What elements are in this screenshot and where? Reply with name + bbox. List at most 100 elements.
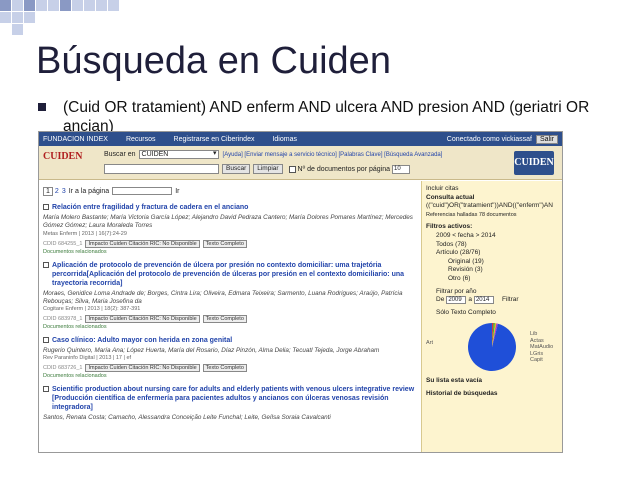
year-from-input[interactable]: 2009 — [446, 296, 467, 305]
clear-button[interactable]: Limpiar — [253, 164, 283, 174]
result-authors: Rugerio Quintero, María Ana; López Huert… — [43, 347, 380, 355]
result-tag[interactable]: Impacto Cuiden Citación RIC: No Disponib… — [85, 364, 200, 373]
docs-per-page-select[interactable]: 10 — [392, 164, 410, 174]
include-quotes-link[interactable]: Incluir citas — [426, 185, 560, 194]
page-current: 1 — [43, 186, 53, 196]
active-filters-label: Filtros activos: — [426, 223, 473, 231]
docs-per-page-checkbox[interactable] — [288, 165, 296, 173]
nav-fundacion-index[interactable]: FUNDACION INDEX — [43, 136, 108, 143]
result-source: Metas Enferm | 2013 | 16(7):24-29 — [43, 230, 127, 237]
decorative-square — [0, 12, 11, 23]
search-button[interactable]: Buscar — [222, 164, 251, 174]
result-title[interactable]: Caso clínico: Adulto mayor con herida en… — [43, 336, 417, 345]
decorative-square — [12, 24, 23, 35]
filter-item[interactable]: Artículo (28/76) — [426, 249, 560, 258]
filter-sidebar: Incluir citas Consulta actual (("cuid")O… — [421, 181, 562, 452]
result-item: Aplicación de protocolo de prevención de… — [43, 261, 417, 330]
decorative-squares — [0, 0, 160, 40]
empty-list-text: Su lista esta vacía — [426, 377, 483, 385]
refs-found: Referencias halladas 78 documentos — [426, 211, 517, 218]
result-checkbox[interactable] — [43, 386, 49, 393]
search-input[interactable] — [104, 164, 219, 174]
results-panel: 1 2 3 Ir a la página Ir Relación entre f… — [39, 181, 417, 452]
result-item: Relación entre fragilidad y fractura de … — [43, 203, 417, 255]
doc-type-pie-chart: Art Lib Actas MatAudio LGris Capit — [426, 321, 560, 373]
decorative-square — [12, 12, 23, 23]
search-history-link[interactable]: Historial de búsquedas — [426, 390, 560, 399]
decorative-square — [96, 0, 107, 11]
nav-recursos[interactable]: Recursos — [126, 136, 156, 143]
result-cuid-id: CDID 684255_1 — [43, 240, 83, 247]
result-source: Rev Paraninfo Digital | 2013 | 17 | ef — [43, 355, 132, 362]
result-meta: CDID 683978_1 Impacto Cuiden Citación RIC… — [43, 315, 417, 324]
result-title-text[interactable]: Aplicación de protocolo de prevención de… — [52, 261, 417, 288]
decorative-square — [60, 0, 71, 11]
result-title[interactable]: Relación entre fragilidad y fractura de … — [43, 203, 417, 212]
related-docs-link[interactable]: Documentos relacionados — [43, 373, 417, 379]
related-docs-link[interactable]: Documentos relacionados — [43, 324, 417, 330]
result-title[interactable]: Aplicación de protocolo de prevención de… — [43, 261, 417, 288]
database-select[interactable]: CUIDEN — [138, 150, 219, 159]
page-link[interactable]: 2 — [55, 188, 59, 195]
result-title-text[interactable]: Caso clínico: Adulto mayor con herida en… — [52, 336, 232, 345]
result-tag[interactable]: Impacto Cuiden Citación RIC: No Disponib… — [85, 239, 200, 248]
result-source: Cogitare Enferm | 2013 | 18(2): 387-391 — [43, 306, 141, 313]
result-authors: María Molero Bastante; María Victoria Ga… — [43, 214, 413, 230]
result-item: Caso clínico: Adulto mayor con herida en… — [43, 336, 417, 379]
logout-button[interactable]: Salir — [535, 134, 558, 144]
related-docs-link[interactable]: Documentos relacionados — [43, 249, 417, 255]
search-in-label: Buscar en — [104, 151, 136, 158]
slide-title: Búsqueda en Cuiden — [36, 40, 391, 82]
result-cuid-id: CDID 683978_1 — [43, 316, 83, 323]
result-title-text[interactable]: Relación entre fragilidad y fractura de … — [52, 203, 248, 212]
search-header: CUIDEN Buscar en CUIDEN [Ayuda] [Enviar … — [39, 146, 562, 180]
filter-button[interactable]: Filtrar — [502, 296, 519, 305]
pie-legend-label: MatAudio — [530, 344, 554, 351]
search-row-bottom: Buscar Limpiar Nº de documentos por pági… — [104, 164, 410, 174]
page-link[interactable]: 3 — [62, 188, 66, 195]
filter-year-label: Filtrar por año — [436, 287, 477, 295]
year-range: De 2009 a 2014 Filtrar — [426, 296, 560, 305]
pie-svg — [468, 323, 516, 372]
header-links[interactable]: [Ayuda] [Enviar mensaje a servicio técni… — [223, 152, 443, 158]
result-meta: CDID 684255_1 Impacto Cuiden Citación RIC… — [43, 239, 417, 248]
filter-item[interactable]: Original (19) — [426, 258, 560, 267]
current-query: (("cuid")OR("tratamient"))AND(("enferm")… — [426, 202, 553, 210]
goto-page-button[interactable]: Ir — [175, 188, 179, 195]
active-filter: 2009 < fecha > 2014 — [436, 231, 496, 239]
result-checkbox[interactable] — [43, 337, 49, 344]
nav-registrarse[interactable]: Registrarse en Ciberindex — [174, 136, 255, 143]
current-query-label: Consulta actual — [426, 193, 475, 201]
logo-text: CUIDEN — [43, 151, 83, 162]
nav-idiomas[interactable]: Idiomas — [272, 136, 297, 143]
top-nav-bar: FUNDACION INDEX Recursos Registrarse en … — [39, 132, 562, 146]
decorative-square — [12, 0, 23, 11]
year-to-label: a — [468, 296, 472, 304]
filter-item[interactable]: Revisión (3) — [426, 266, 560, 275]
filter-item[interactable]: Otro (6) — [426, 275, 560, 284]
filter-item[interactable]: Todos (78) — [426, 241, 560, 250]
session-area: Conectado como vickiassaf Salir — [447, 134, 558, 144]
decorative-square — [0, 0, 11, 11]
result-title[interactable]: Scientific production about nursing care… — [43, 385, 417, 412]
result-checkbox[interactable] — [43, 204, 49, 210]
result-authors: Moraes, Genidice Loma Andrade de; Borges… — [43, 289, 403, 305]
result-tag[interactable]: Texto Completo — [202, 239, 247, 248]
result-tag[interactable]: Impacto Cuiden Citación RIC: No Disponib… — [85, 315, 200, 324]
result-meta: CDID 683726_1 Impacto Cuiden Citación RIC… — [43, 364, 417, 373]
decorative-square — [24, 0, 35, 11]
result-title-text[interactable]: Scientific production about nursing care… — [52, 385, 417, 412]
result-item: Scientific production about nursing care… — [43, 385, 417, 422]
result-tag[interactable]: Texto Completo — [202, 364, 247, 373]
year-to-input[interactable]: 2014 — [473, 296, 494, 305]
result-list: Relación entre fragilidad y fractura de … — [43, 203, 417, 423]
cuiden-logo: CUIDEN — [43, 151, 83, 175]
fulltext-only-link[interactable]: Sólo Texto Completo — [426, 309, 560, 318]
decorative-square — [84, 0, 95, 11]
goto-page-label: Ir a la página — [68, 187, 110, 195]
decorative-square — [24, 12, 35, 23]
result-checkbox[interactable] — [43, 261, 49, 268]
decorative-square — [48, 0, 59, 11]
result-tag[interactable]: Texto Completo — [202, 315, 247, 324]
goto-page-input[interactable] — [112, 187, 173, 195]
